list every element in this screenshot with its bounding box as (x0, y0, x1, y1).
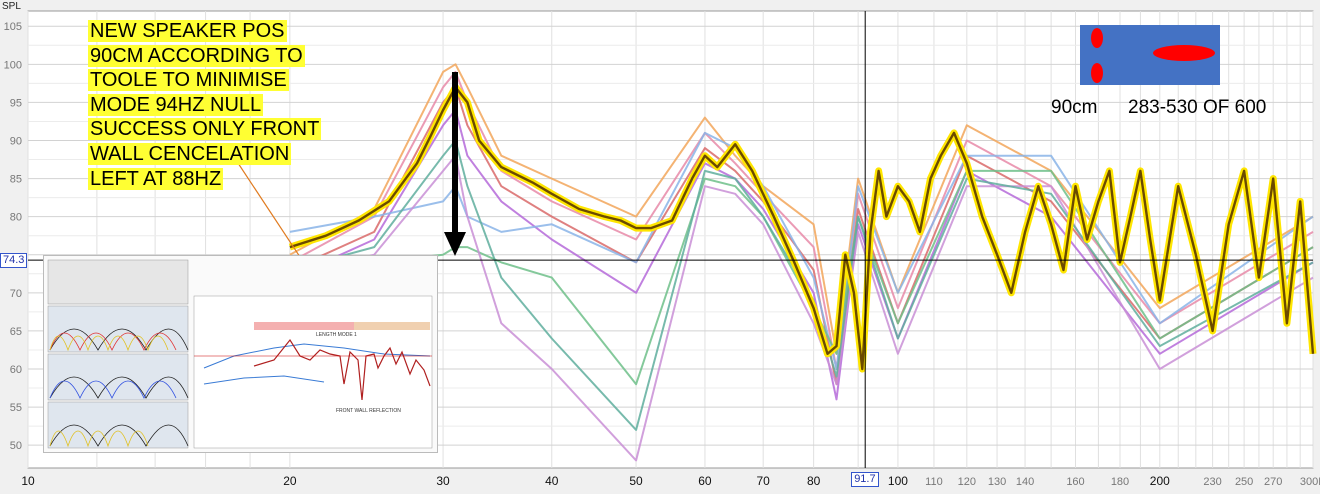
x-tick-label: 60 (698, 474, 712, 488)
listener-marker (1153, 45, 1215, 61)
x-tick-label: 250 (1235, 476, 1253, 488)
y-tick-label: 80 (10, 212, 22, 224)
x-tick-label: 110 (925, 476, 943, 488)
y-axis-label: SPL (2, 1, 21, 12)
right-speaker-marker (1091, 63, 1103, 83)
y-tick-label: 90 (10, 135, 22, 147)
cursor-x-readout: 91.7 (851, 472, 879, 487)
thumbnail-graphic: LENGTH MODE 1 FRONT WALL REFLECTION (44, 256, 437, 452)
x-tick-label: 300H (1300, 476, 1320, 488)
inset-label-range: 283-530 OF 600 (1128, 97, 1267, 118)
annotation-line: LEFT AT 88HZ (88, 167, 224, 190)
annotation-line: SUCCESS ONLY FRONT (88, 118, 322, 141)
thumbnail-label-front-wall: FRONT WALL REFLECTION (336, 408, 401, 414)
x-tick-label: 270 (1264, 476, 1282, 488)
x-tick-label: 50 (629, 474, 643, 488)
room-layout-diagram (1091, 28, 1215, 83)
x-tick-label: 120 (958, 476, 976, 488)
thumbnail-label-length-mode: LENGTH MODE 1 (316, 332, 357, 338)
y-tick-label: 50 (10, 440, 22, 452)
annotation-line: MODE 94HZ NULL (88, 93, 264, 116)
annotation-note: NEW SPEAKER POS 90CM ACCORDING TO TOOLE TO… (88, 19, 348, 191)
annotation-line: TOOLE TO MINIMISE (88, 69, 289, 92)
x-tick-label: 70 (757, 474, 771, 488)
x-tick-label: 100 (888, 474, 908, 488)
y-tick-label: 95 (10, 97, 22, 109)
y-tick-label: 70 (10, 288, 22, 300)
y-tick-label: 60 (10, 364, 22, 376)
x-tick-label: 10 (21, 474, 35, 488)
speaker-position-inset (1080, 25, 1220, 85)
left-speaker-marker (1091, 28, 1103, 48)
x-tick-label: 200 (1150, 474, 1170, 488)
x-tick-label: 160 (1066, 476, 1084, 488)
cursor-y-readout: 74.3 (0, 253, 28, 269)
x-tick-label: 180 (1111, 476, 1129, 488)
annotation-line: 90CM ACCORDING TO (88, 44, 305, 67)
annotation-line: WALL CENCELATION (88, 142, 292, 165)
x-tick-label: 40 (545, 474, 559, 488)
y-tick-label: 65 (10, 326, 22, 338)
inset-label-distance: 90cm (1051, 97, 1098, 118)
y-tick-label: 85 (10, 174, 22, 186)
spreadsheet-thumbnail: LENGTH MODE 1 FRONT WALL REFLECTION (43, 255, 438, 453)
x-tick-label: 20 (283, 474, 297, 488)
x-tick-label: 30 (436, 474, 450, 488)
x-tick-label: 130 (988, 476, 1006, 488)
y-tick-label: 55 (10, 402, 22, 414)
x-tick-label: 230 (1203, 476, 1221, 488)
x-tick-label: 140 (1016, 476, 1034, 488)
annotation-line: NEW SPEAKER POS (88, 20, 287, 42)
y-tick-label: 100 (4, 59, 22, 71)
x-tick-label: 80 (807, 474, 821, 488)
y-tick-label: 105 (4, 21, 22, 33)
